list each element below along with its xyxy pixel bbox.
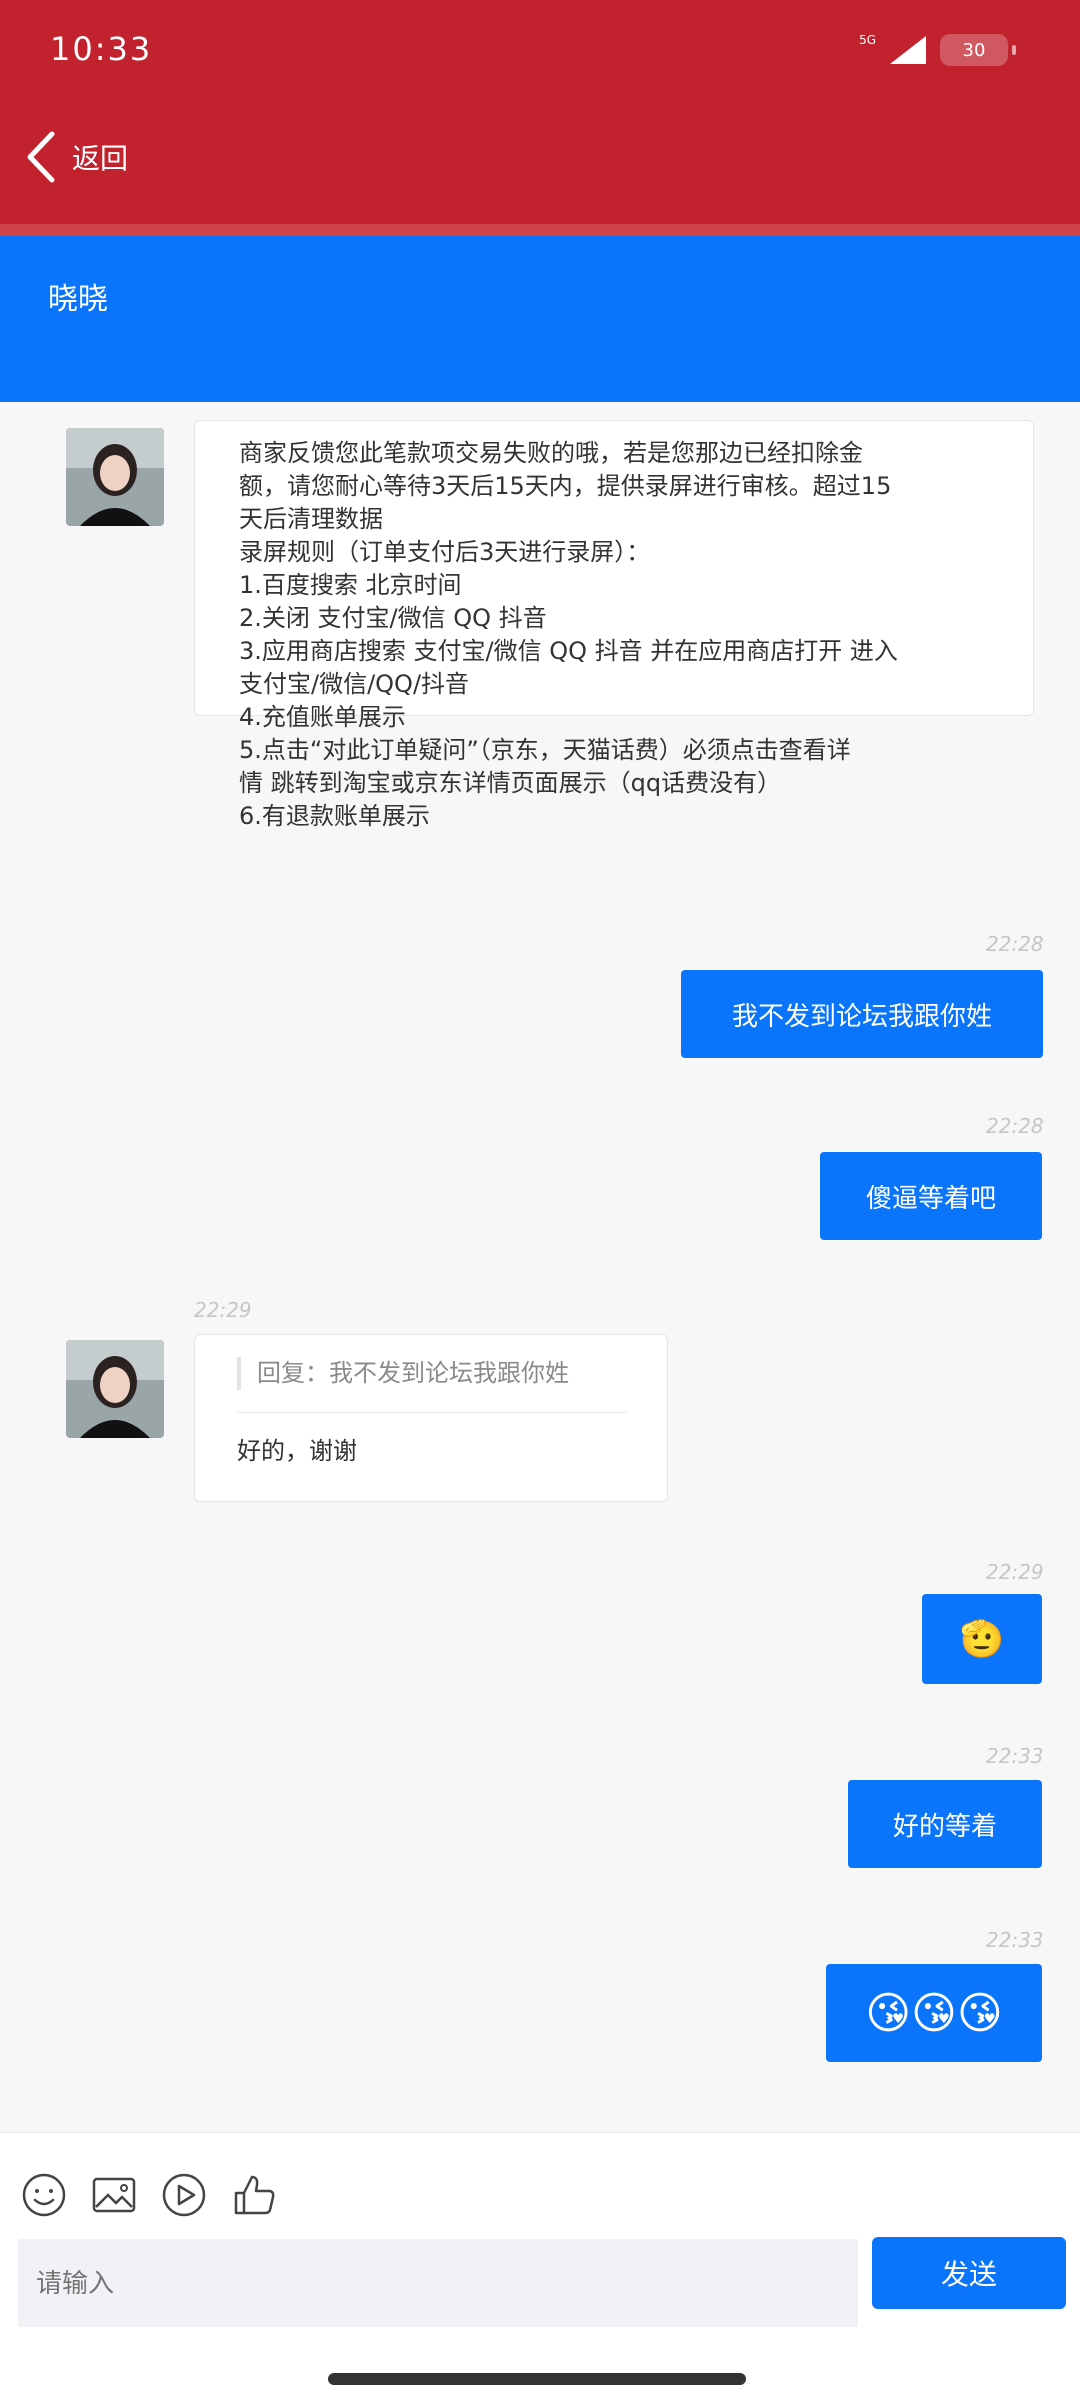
thumbs-up-icon[interactable] — [230, 2171, 278, 2219]
play-icon[interactable] — [160, 2171, 208, 2219]
contact-name: 晓晓 — [48, 282, 108, 317]
divider — [0, 224, 1080, 236]
message-time: 22:29 — [986, 1560, 1044, 1584]
message-line: 6.有退款账单展示 — [239, 802, 430, 830]
status-time: 10:33 — [50, 30, 153, 68]
avatar-image — [66, 428, 164, 526]
avatar-image — [66, 1340, 164, 1438]
avatar[interactable] — [66, 1340, 164, 1438]
status-bar: 10:33 5G 30 返回 — [0, 0, 1080, 236]
emoji: 😘😘😘 — [865, 1987, 1003, 2039]
chevron-left-icon — [27, 131, 55, 183]
emoji: 🫡 — [959, 1619, 1005, 1660]
message-line: 天后清理数据 — [239, 505, 383, 533]
composer: 发送 — [0, 2132, 1080, 2401]
message-bubble-outgoing[interactable]: 傻逼等着吧 — [820, 1152, 1042, 1240]
chat-header: 晓晓 — [0, 236, 1080, 402]
message-time: 22:29 — [194, 1298, 252, 1322]
message-text: 好的，谢谢 — [237, 1437, 357, 1465]
message-line: 5.点击“对此订单疑问”（京东，天猫话费）必须点击查看详 — [239, 736, 851, 764]
message-line: 4.充值账单展示 — [239, 703, 406, 731]
message-bubble-incoming[interactable]: 商家反馈您此笔款项交易失败的哦，若是您那边已经扣除金 额，请您耐心等待3天后15… — [194, 420, 1034, 830]
message-bubble-outgoing[interactable]: 😘😘😘 — [826, 1964, 1042, 2062]
message-time: 22:28 — [986, 1114, 1044, 1138]
divider — [237, 1412, 627, 1413]
message-line: 情 跳转到淘宝或京东详情页面展示（qq话费没有） — [239, 769, 782, 797]
message-time: 22:33 — [986, 1744, 1044, 1768]
signal-icon — [890, 36, 926, 64]
battery-indicator: 30 — [940, 34, 1016, 66]
home-indicator[interactable] — [328, 2373, 746, 2385]
smiley-icon[interactable] — [20, 2171, 68, 2219]
image-icon[interactable] — [90, 2171, 138, 2219]
network-type: 5G — [859, 33, 876, 47]
message-line: 2.关闭 支付宝/微信 QQ 抖音 — [239, 604, 547, 632]
message-bubble-outgoing[interactable]: 🫡 — [922, 1594, 1042, 1684]
message-line: 支付宝/微信/QQ/抖音 — [239, 670, 470, 698]
message-input[interactable] — [18, 2239, 858, 2327]
message-bubble-incoming[interactable]: 回复：我不发到论坛我跟你姓 好的，谢谢 — [194, 1334, 668, 1502]
chat-area[interactable]: 商家反馈您此笔款项交易失败的哦，若是您那边已经扣除金 额，请您耐心等待3天后15… — [0, 402, 1080, 2132]
message-bubble-outgoing[interactable]: 我不发到论坛我跟你姓 — [681, 970, 1043, 1058]
message-line: 1.百度搜索 北京时间 — [239, 571, 462, 599]
message-line: 录屏规则（订单支付后3天进行录屏）： — [239, 538, 651, 566]
message-time: 22:33 — [986, 1928, 1044, 1952]
message-line: 商家反馈您此笔款项交易失败的哦，若是您那边已经扣除金 — [239, 439, 863, 467]
message-time: 22:28 — [986, 932, 1044, 956]
send-button[interactable]: 发送 — [872, 2237, 1066, 2309]
back-label: 返回 — [72, 142, 129, 175]
back-button[interactable]: 返回 — [24, 130, 128, 184]
avatar[interactable] — [66, 428, 164, 526]
message-line: 3.应用商店搜索 支付宝/微信 QQ 抖音 并在应用商店打开 进入 — [239, 637, 898, 665]
message-bubble-outgoing[interactable]: 好的等着 — [848, 1780, 1042, 1868]
quoted-message: 回复：我不发到论坛我跟你姓 — [237, 1357, 627, 1390]
message-line: 额，请您耐心等待3天后15天内，提供录屏进行审核。超过15 — [239, 472, 892, 500]
